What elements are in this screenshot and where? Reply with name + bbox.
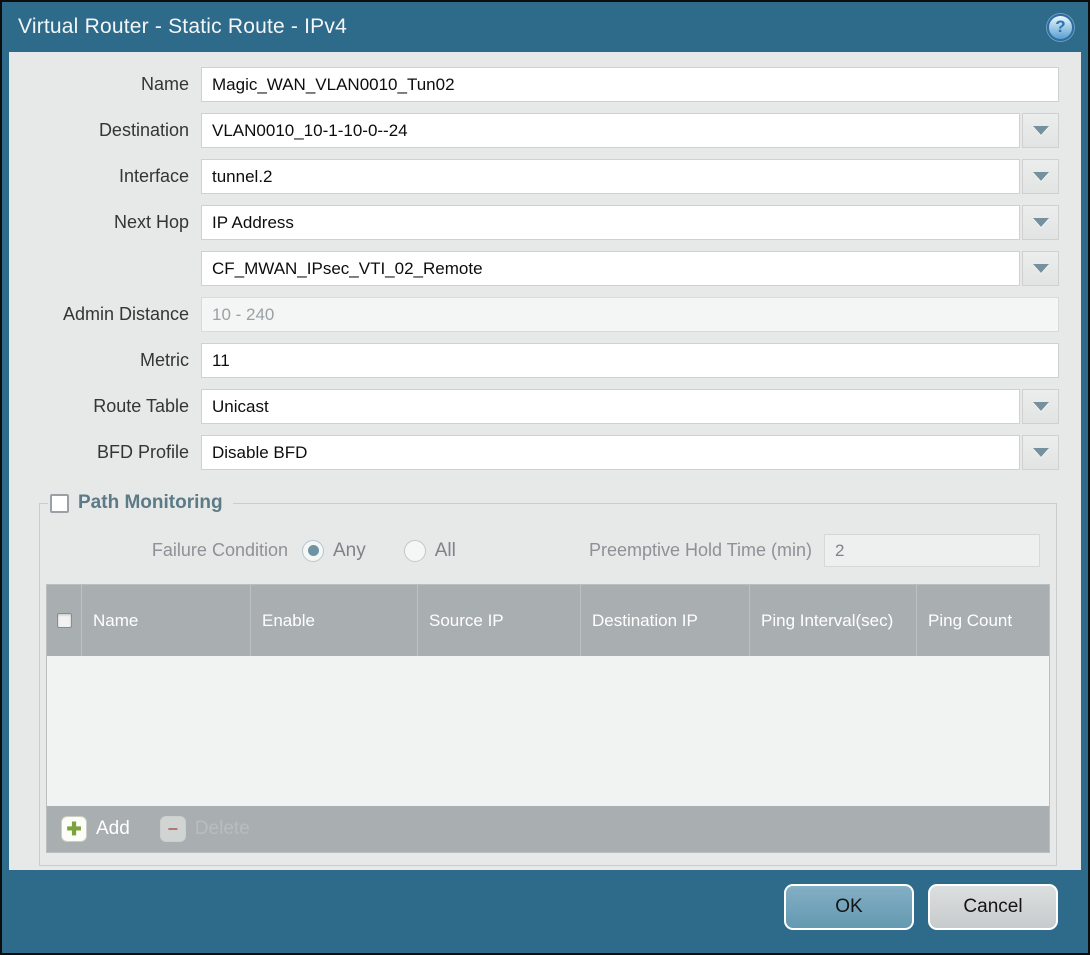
interface-label: Interface [21, 166, 201, 187]
admin-distance-row: Admin Distance [9, 297, 1081, 332]
path-monitoring-legend: Path Monitoring [48, 492, 233, 514]
destination-dropdown-button[interactable] [1022, 113, 1059, 148]
chevron-down-icon [1033, 172, 1049, 181]
path-monitoring-checkbox[interactable] [50, 494, 69, 513]
failure-condition-any-label: Any [333, 540, 366, 562]
admin-distance-input[interactable] [201, 297, 1059, 332]
bfd-profile-input[interactable] [201, 435, 1020, 470]
next-hop-address-input[interactable] [201, 251, 1020, 286]
ok-button[interactable]: OK [784, 884, 914, 930]
table-header-row: Name Enable Source IP Destination IP Pin… [47, 585, 1049, 656]
delete-button: − Delete [160, 816, 250, 842]
dialog-footer: OK Cancel [2, 870, 1088, 953]
metric-row: Metric [9, 343, 1081, 378]
select-all-checkbox[interactable] [57, 613, 72, 628]
next-hop-type-dropdown-button[interactable] [1022, 205, 1059, 240]
help-icon[interactable]: ? [1047, 14, 1074, 41]
failure-condition-all-radio [404, 540, 426, 562]
next-hop-type-input[interactable] [201, 205, 1020, 240]
column-header-name: Name [81, 585, 250, 656]
route-table-label: Route Table [21, 396, 201, 417]
radio-dot [409, 545, 420, 556]
name-row: Name [9, 67, 1081, 102]
chevron-down-icon [1033, 264, 1049, 273]
add-button-label: Add [96, 818, 130, 840]
static-route-dialog: Virtual Router - Static Route - IPv4 ? N… [0, 0, 1090, 955]
dialog-title: Virtual Router - Static Route - IPv4 [18, 15, 347, 39]
radio-dot [308, 545, 319, 556]
table-header-checkbox-cell [47, 585, 81, 656]
column-header-source-ip: Source IP [417, 585, 580, 656]
dialog-titlebar: Virtual Router - Static Route - IPv4 ? [2, 2, 1088, 52]
table-footer-bar: ✚ Add − Delete [47, 806, 1049, 852]
destination-input[interactable] [201, 113, 1020, 148]
next-hop-address-dropdown-button[interactable] [1022, 251, 1059, 286]
chevron-down-icon [1033, 126, 1049, 135]
add-button[interactable]: ✚ Add [61, 816, 130, 842]
column-header-destination-ip: Destination IP [580, 585, 749, 656]
metric-input[interactable] [201, 343, 1059, 378]
cancel-button[interactable]: Cancel [928, 884, 1058, 930]
path-monitoring-title: Path Monitoring [78, 492, 223, 514]
next-hop-row: Next Hop [9, 205, 1081, 240]
failure-condition-label: Failure Condition [46, 540, 288, 561]
interface-input[interactable] [201, 159, 1020, 194]
name-label: Name [21, 74, 201, 95]
route-table-input[interactable] [201, 389, 1020, 424]
route-table-dropdown-button[interactable] [1022, 389, 1059, 424]
chevron-down-icon [1033, 448, 1049, 457]
column-header-enable: Enable [250, 585, 417, 656]
interface-dropdown-button[interactable] [1022, 159, 1059, 194]
failure-condition-any-radio [302, 540, 324, 562]
table-body-empty [47, 656, 1049, 806]
delete-button-label: Delete [195, 818, 250, 840]
interface-row: Interface [9, 159, 1081, 194]
next-hop-address-row [9, 251, 1081, 286]
destination-label: Destination [21, 120, 201, 141]
preemptive-hold-time-label: Preemptive Hold Time (min) [589, 540, 812, 561]
path-monitoring-section: Path Monitoring Failure Condition Any Al… [39, 492, 1057, 866]
column-header-ping-count: Ping Count [916, 585, 1049, 656]
bfd-profile-label: BFD Profile [21, 442, 201, 463]
failure-condition-all-label: All [435, 540, 456, 562]
chevron-down-icon [1033, 402, 1049, 411]
next-hop-label: Next Hop [21, 212, 201, 233]
minus-icon: − [160, 816, 186, 842]
preemptive-hold-time-input [824, 534, 1040, 567]
bfd-profile-dropdown-button[interactable] [1022, 435, 1059, 470]
path-monitoring-table: Name Enable Source IP Destination IP Pin… [46, 584, 1050, 853]
destination-row: Destination [9, 113, 1081, 148]
route-table-row: Route Table [9, 389, 1081, 424]
bfd-profile-row: BFD Profile [9, 435, 1081, 470]
chevron-down-icon [1033, 218, 1049, 227]
dialog-content: Name Destination Interface [9, 52, 1081, 870]
admin-distance-label: Admin Distance [21, 304, 201, 325]
metric-label: Metric [21, 350, 201, 371]
plus-icon: ✚ [61, 816, 87, 842]
failure-condition-row: Failure Condition Any All Preemptive Hol… [46, 534, 1040, 567]
column-header-ping-interval: Ping Interval(sec) [749, 585, 916, 656]
name-input[interactable] [201, 67, 1059, 102]
